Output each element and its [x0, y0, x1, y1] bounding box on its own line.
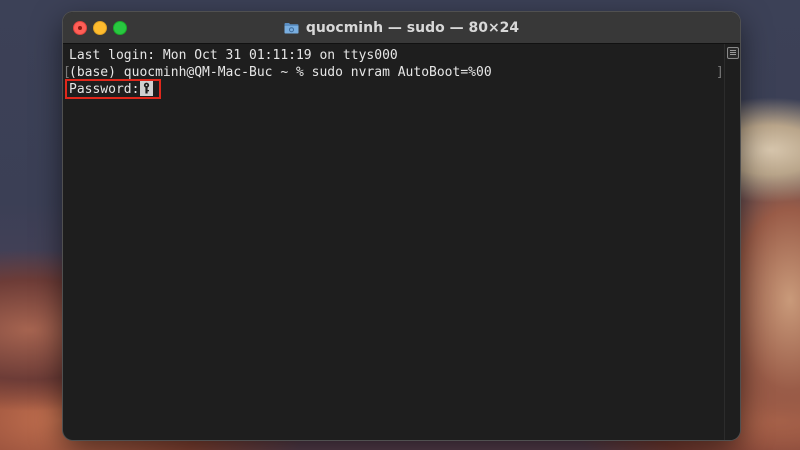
line-bracket-right: ]	[716, 65, 724, 80]
scroll-menu-icon[interactable]	[727, 47, 739, 59]
window-title: quocminh — sudo — 80×24	[305, 19, 520, 36]
terminal-line: Last login: Mon Oct 31 01:11:19 on ttys0…	[69, 48, 398, 63]
terminal-window[interactable]: quocminh — sudo — 80×24 [ Last login: Mo…	[63, 12, 740, 440]
terminal-output[interactable]: [ Last login: Mon Oct 31 01:11:19 on tty…	[63, 44, 725, 440]
password-highlight-box	[65, 79, 161, 99]
title-bar[interactable]: quocminh — sudo — 80×24	[63, 12, 740, 44]
folder-icon	[284, 22, 299, 34]
scrollbar[interactable]	[724, 44, 740, 440]
window-title-group: quocminh — sudo — 80×24	[63, 12, 740, 43]
